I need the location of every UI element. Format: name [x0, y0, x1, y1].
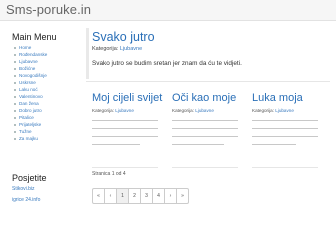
sidebar-item-label: Uskrsne: [19, 80, 36, 85]
sidebar-item-label: Home: [19, 45, 32, 50]
bullet-icon: [14, 95, 16, 98]
post-card-title[interactable]: Moj cijeli svijet: [92, 92, 162, 104]
sidebar-item-label: Dan žena: [19, 101, 39, 106]
sidebar-title: Main Menu: [12, 32, 57, 42]
sidebar-menu: Home Rođendanske Ljubavne Božićne Novogo…: [12, 44, 76, 142]
sidebar-item-label: Ljubavne: [19, 59, 38, 64]
sidebar-item-bozicne[interactable]: Božićne: [12, 65, 76, 72]
text-line: [92, 144, 140, 146]
category-link[interactable]: Ljubavne: [195, 108, 214, 113]
last-page-button[interactable]: »: [177, 189, 188, 203]
divider: [252, 167, 318, 168]
featured-post-title[interactable]: Svako jutro: [92, 30, 155, 44]
post-card: Oči kao moje Kategorija: Ljubavne: [168, 88, 240, 176]
sidebar-item-label: Laku noć: [19, 87, 38, 92]
sidebar-item-laku-noc[interactable]: Laku noć: [12, 86, 76, 93]
post-card-title[interactable]: Luka moja: [252, 92, 303, 104]
text-line: [172, 144, 224, 146]
sidebar-item-valentinovo[interactable]: Valentinovo: [12, 93, 76, 100]
category-link[interactable]: Ljubavne: [115, 108, 134, 113]
category-link[interactable]: Ljubavne: [275, 108, 294, 113]
divider: [172, 167, 238, 168]
post-card-category: Kategorija: Ljubavne: [92, 108, 134, 113]
bullet-icon: [14, 60, 16, 63]
text-line: [252, 120, 318, 122]
sidebar-item-pitalice[interactable]: Pitalice: [12, 114, 76, 121]
sidebar-item-label: Za majku: [19, 136, 38, 141]
text-line: [92, 128, 158, 130]
sidebar-item-ljubavne[interactable]: Ljubavne: [12, 58, 76, 65]
post-card-title[interactable]: Oči kao moje: [172, 92, 236, 104]
sidebar-item-za-majku[interactable]: Za majku: [12, 135, 76, 142]
sidebar-item-prijateljske[interactable]: Prijateljske: [12, 121, 76, 128]
sidebar-item-uskrsne[interactable]: Uskrsne: [12, 79, 76, 86]
pagination: « ‹ 1 2 3 4 › »: [92, 188, 189, 204]
category-label: Kategorija:: [92, 46, 119, 52]
sidebar-item-label: Tužne: [19, 129, 32, 134]
bullet-icon: [14, 67, 16, 70]
bullet-icon: [14, 123, 16, 126]
divider: [92, 167, 158, 168]
bullet-icon: [14, 137, 16, 140]
text-line: [172, 120, 238, 122]
sidebar-item-dobro-jutro[interactable]: Dobro jutro: [12, 107, 76, 114]
featured-post-text: Svako jutro se budim sretan jer znam da …: [92, 60, 242, 67]
bullet-icon: [14, 53, 16, 56]
text-line: [172, 136, 238, 138]
page-info: Stranica 1 od 4: [92, 171, 126, 177]
sidebar: Main Menu Home Rođendanske Ljubavne Boži…: [12, 32, 76, 142]
sidebar-item-dan-zena[interactable]: Dan žena: [12, 100, 76, 107]
bullet-icon: [14, 109, 16, 112]
next-page-button[interactable]: ›: [165, 189, 177, 203]
bullet-icon: [14, 46, 16, 49]
post-card-category: Kategorija: Ljubavne: [172, 108, 214, 113]
sidebar-item-rodjendanske[interactable]: Rođendanske: [12, 51, 76, 58]
top-navbar: Sms-poruke.in: [0, 0, 336, 21]
sidebar-item-label: Prijateljske: [19, 122, 42, 127]
sidebar-item-label: Rođendanske: [19, 52, 48, 57]
sidebar-title-posjetite: Posjetite: [12, 173, 47, 183]
category-label: Kategorija:: [172, 108, 194, 113]
page-button-4[interactable]: 4: [153, 189, 165, 203]
category-label: Kategorija:: [252, 108, 274, 113]
text-line: [92, 120, 158, 122]
sidebar-item-label: Dobro jutro: [19, 108, 42, 113]
sidebar-link-stikovi[interactable]: Stikovi.biz: [12, 186, 35, 192]
page-button-2[interactable]: 2: [129, 189, 141, 203]
post-card: Luka moja Kategorija: Ljubavne: [248, 88, 320, 176]
category-label: Kategorija:: [92, 108, 114, 113]
text-line: [252, 136, 318, 138]
text-line: [172, 128, 238, 130]
page-button-3[interactable]: 3: [141, 189, 153, 203]
bullet-icon: [14, 88, 16, 91]
bullet-icon: [14, 102, 16, 105]
first-page-button[interactable]: «: [93, 189, 105, 203]
site-brand-link[interactable]: Sms-poruke.in: [6, 2, 91, 17]
page-button-1[interactable]: 1: [117, 189, 129, 203]
bullet-icon: [14, 116, 16, 119]
featured-thumbnail: [86, 28, 89, 79]
sidebar-item-label: Valentinovo: [19, 94, 43, 99]
prev-page-button[interactable]: ‹: [105, 189, 117, 203]
featured-post: Svako jutro Kategorija: Ljubavne Svako j…: [86, 28, 330, 82]
post-card-category: Kategorija: Ljubavne: [252, 108, 294, 113]
bullet-icon: [14, 81, 16, 84]
text-line: [92, 136, 158, 138]
sidebar-item-tuzne[interactable]: Tužne: [12, 128, 76, 135]
sidebar-item-label: Pitalice: [19, 115, 34, 120]
text-line: [252, 128, 318, 130]
text-line: [252, 144, 296, 146]
featured-post-category: Kategorija: Ljubavne: [92, 46, 142, 52]
sidebar-item-label: Božićne: [19, 66, 36, 71]
sidebar-item-novogodisnje[interactable]: Novogodišnje: [12, 72, 76, 79]
category-link[interactable]: Ljubavne: [120, 46, 142, 52]
post-card: Moj cijeli svijet Kategorija: Ljubavne: [88, 88, 162, 176]
sidebar-item-home[interactable]: Home: [12, 44, 76, 51]
bullet-icon: [14, 130, 16, 133]
bullet-icon: [14, 74, 16, 77]
sidebar-link-igrice[interactable]: igrice 24.info: [12, 197, 40, 203]
sidebar-item-label: Novogodišnje: [19, 73, 47, 78]
